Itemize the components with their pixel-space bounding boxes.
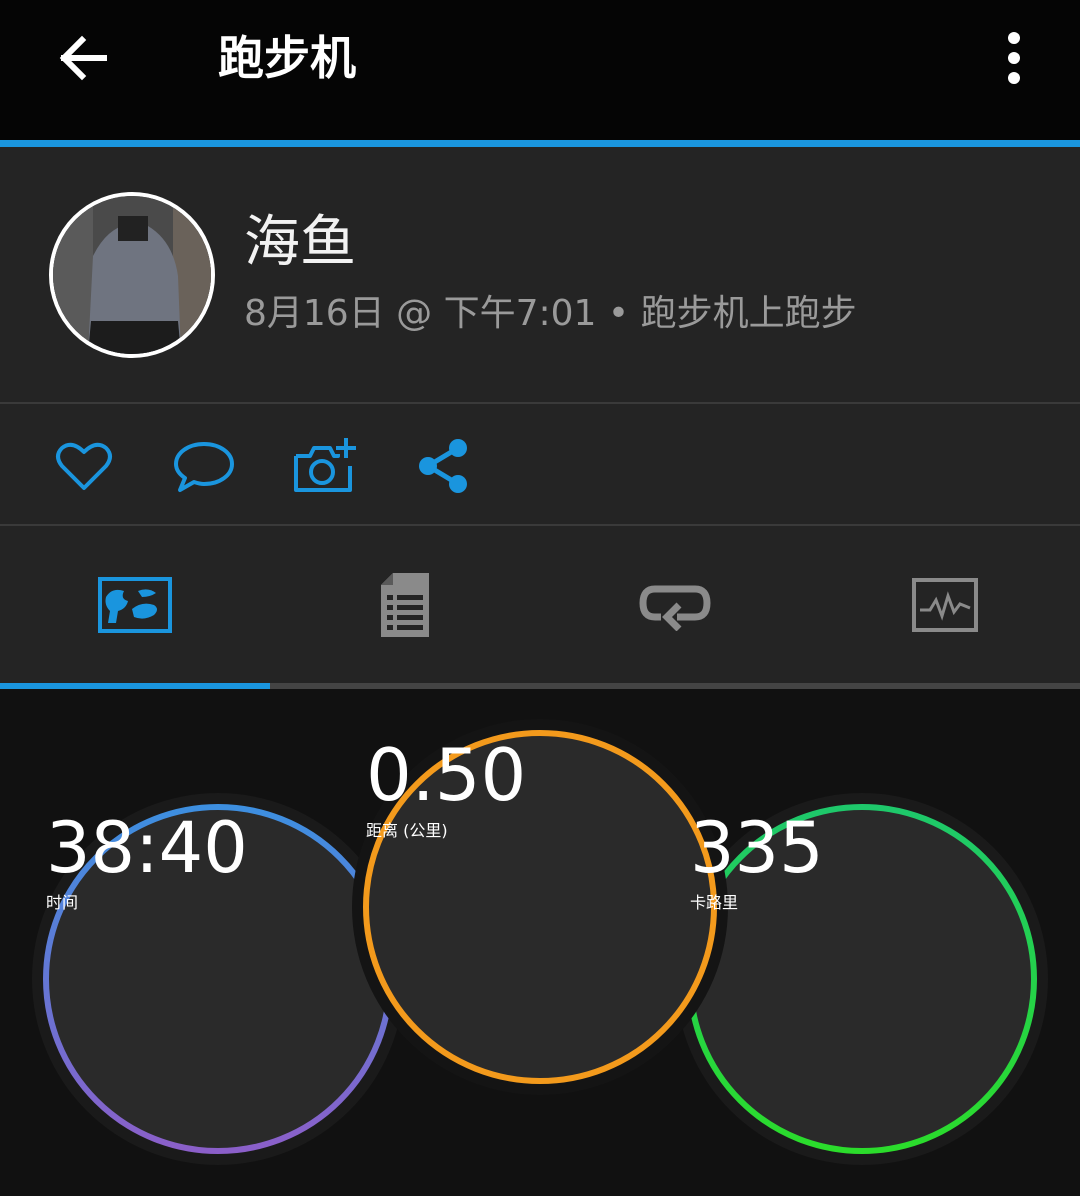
activity-owner-section: 海鱼 8月16日 @ 下午7:01 • 跑步机上跑步 [0, 147, 1080, 402]
add-photo-icon[interactable] [292, 436, 356, 496]
distance-value: 0.50 [366, 733, 527, 817]
top-app-bar: 跑步机 [0, 0, 1080, 140]
stat-time[interactable]: 38:40 时间 [46, 807, 390, 1151]
action-bar [0, 404, 1080, 524]
stat-distance[interactable]: 0.50 距离 (公里) [366, 733, 714, 1081]
page-title: 跑步机 [218, 31, 356, 85]
laps-icon [639, 585, 711, 631]
avatar[interactable] [49, 192, 215, 358]
arrow-left-icon[interactable] [54, 28, 114, 88]
tab-charts[interactable] [810, 526, 1080, 683]
tab-map[interactable] [0, 526, 270, 683]
calories-value: 335 [690, 807, 824, 889]
activity-meta: 8月16日 @ 下午7:01 • 跑步机上跑步 [244, 293, 857, 334]
time-value: 38:40 [46, 807, 248, 889]
stat-calories[interactable]: 335 卡路里 [690, 807, 1034, 1151]
header-accent-line [0, 140, 1080, 147]
time-label: 时间 [46, 893, 79, 912]
calories-label: 卡路里 [690, 893, 739, 912]
heart-icon[interactable] [52, 436, 116, 496]
comment-icon[interactable] [172, 436, 236, 496]
avatar-photo [53, 196, 211, 354]
share-icon[interactable] [412, 436, 476, 496]
distance-label: 距离 (公里) [366, 821, 448, 840]
user-name[interactable]: 海鱼 [244, 205, 356, 281]
more-vertical-icon[interactable] [996, 28, 1032, 88]
tab-details[interactable] [270, 526, 540, 683]
map-icon [98, 576, 172, 633]
summary-stats: 38:40 时间 335 卡路里 0.50 距离 (公里) [0, 689, 1080, 1196]
activity-tabs [0, 526, 1080, 683]
document-icon [381, 572, 429, 637]
tab-laps[interactable] [540, 526, 810, 683]
chart-icon [912, 577, 978, 632]
